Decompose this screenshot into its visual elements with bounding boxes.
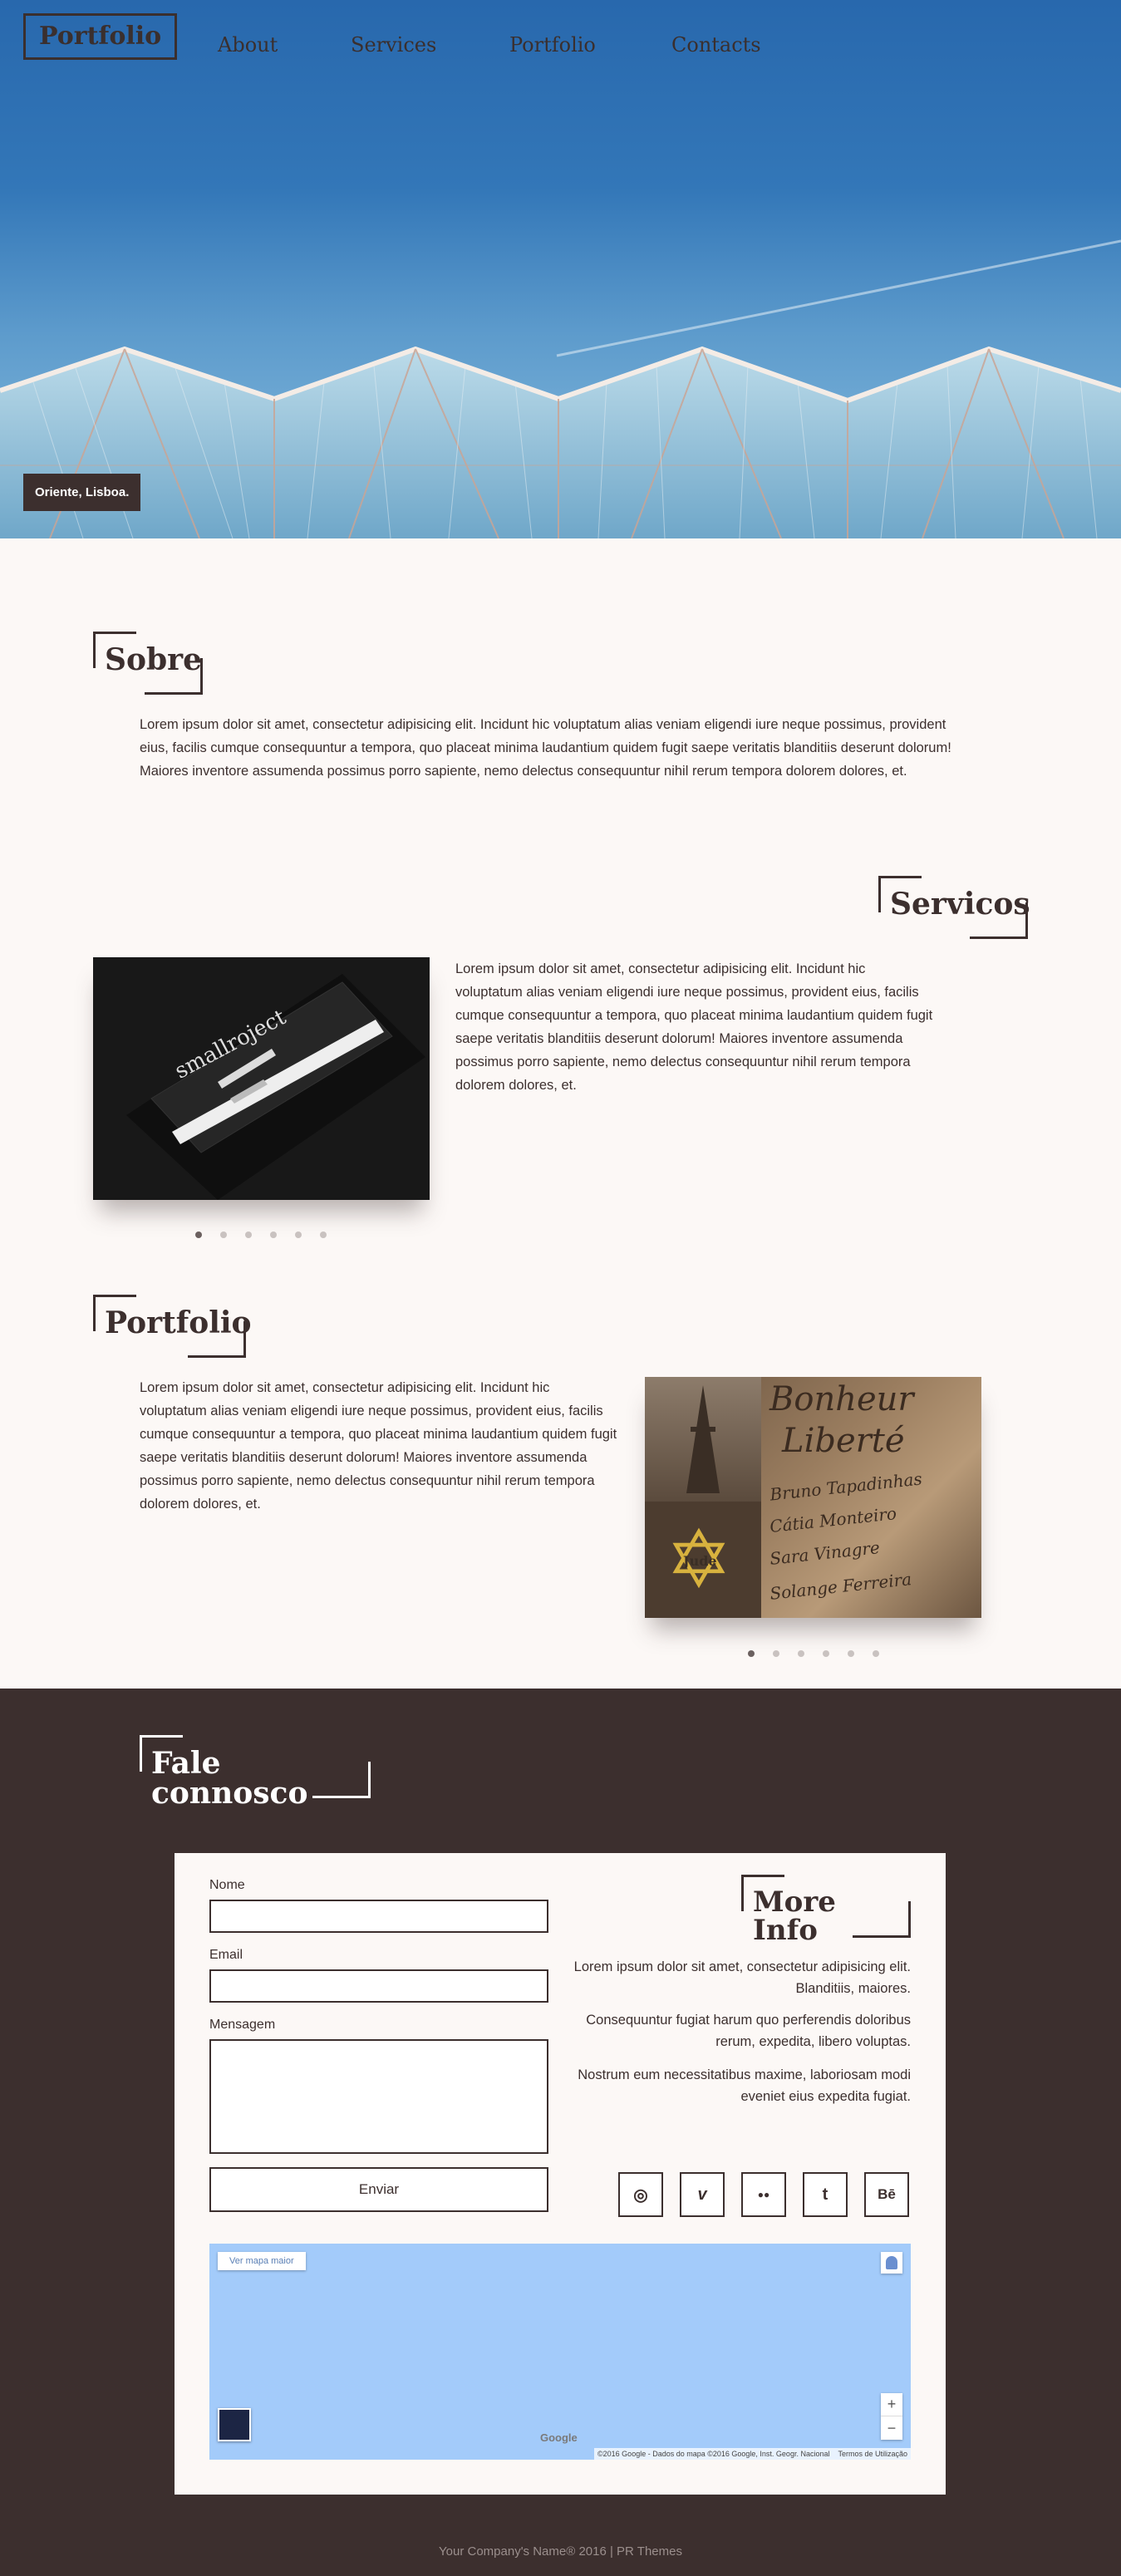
carousel-dot[interactable]: [195, 1231, 202, 1238]
email-label: Email: [209, 1948, 243, 1962]
nav-link-about[interactable]: About: [218, 33, 278, 57]
carousel-dot[interactable]: [295, 1231, 302, 1238]
email-field[interactable]: [209, 1969, 548, 2003]
satellite-toggle-icon[interactable]: [218, 2408, 251, 2441]
section-heading-servicos: Servicos: [878, 876, 1030, 939]
footer-text: Your Company's Name® 2016 | PR Themes: [439, 2544, 682, 2559]
carousel-dot[interactable]: [748, 1650, 755, 1657]
contact-card: Nome Email Mensagem Enviar More Info Lor…: [175, 1853, 946, 2495]
section-heading-portfolio: Portfolio: [93, 1295, 252, 1358]
carousel-dot[interactable]: [873, 1650, 879, 1657]
portfolio-text: Lorem ipsum dolor sit amet, consectetur …: [140, 1380, 617, 1512]
services-slide-image[interactable]: smallroject: [93, 957, 430, 1200]
name-field[interactable]: [209, 1900, 548, 1933]
portfolio-title: Portfolio: [105, 1305, 252, 1340]
name-label: Nome: [209, 1878, 245, 1892]
contact-section: Fale connosco Nome Email Mensagem Enviar…: [0, 1689, 1121, 2576]
zoom-out-button[interactable]: −: [881, 2416, 902, 2440]
google-logo: Google: [540, 2431, 578, 2444]
portfolio-carousel-dots[interactable]: [748, 1650, 879, 1657]
info-paragraph-2: Consequuntur fugiat harum quo perferendi…: [586, 2013, 911, 2049]
section-heading-more-info: More Info: [741, 1875, 911, 1944]
hero-caption: Oriente, Lisboa.: [23, 474, 141, 511]
message-field[interactable]: [209, 2039, 548, 2154]
carousel-dot[interactable]: [270, 1231, 277, 1238]
portfolio-slide-image[interactable]: ✡ Jude Bonheur Liberté Bruno Tapadinhas …: [645, 1377, 981, 1618]
slide-line-1: Bonheur: [769, 1380, 914, 1418]
slide-line-3: Bruno Tapadinhas: [769, 1468, 923, 1505]
tumblr-icon[interactable]: t: [803, 2172, 848, 2217]
vimeo-icon[interactable]: v: [680, 2172, 725, 2217]
servicos-title: Servicos: [890, 887, 1030, 922]
section-heading-contact: Fale connosco: [140, 1735, 371, 1808]
slide-line-4: Cátia Monteiro: [769, 1503, 898, 1536]
hero-banner: Portfolio About Services Portfolio Conta…: [0, 0, 1121, 538]
zoom-in-button[interactable]: +: [881, 2393, 902, 2416]
street-view-icon[interactable]: [881, 2252, 902, 2274]
nav-link-services[interactable]: Services: [351, 33, 436, 57]
map-attribution: ©2016 Google - Dados do mapa ©2016 Googl…: [597, 2450, 830, 2458]
more-info-title: More Info: [753, 1885, 836, 1947]
nav-link-contacts[interactable]: Contacts: [671, 33, 761, 57]
sobre-text: Lorem ipsum dolor sit amet, consectetur …: [140, 717, 951, 779]
carousel-dot[interactable]: [245, 1231, 252, 1238]
message-label: Mensagem: [209, 2018, 276, 2032]
hero-roof-illustration: [0, 239, 1121, 538]
flickr-icon[interactable]: ●●: [741, 2172, 786, 2217]
dribbble-icon[interactable]: ◎: [618, 2172, 663, 2217]
slide-line-5: Sara Vinagre: [769, 1537, 881, 1569]
carousel-dot[interactable]: [823, 1650, 829, 1657]
services-carousel-dots[interactable]: [195, 1231, 327, 1238]
map-terms-link[interactable]: Termos de Utilização: [838, 2450, 907, 2458]
carousel-dot[interactable]: [848, 1650, 854, 1657]
carousel-dot[interactable]: [320, 1231, 327, 1238]
map-embed[interactable]: Ver mapa maior + − Google ©2016 Google -…: [209, 2244, 911, 2460]
section-heading-sobre: Sobre: [93, 632, 203, 695]
brand-logo[interactable]: Portfolio: [23, 13, 178, 60]
info-paragraph-3: Nostrum eum necessitatibus maxime, labor…: [578, 2067, 911, 2104]
servicos-text: Lorem ipsum dolor sit amet, consectetur …: [455, 961, 933, 1093]
slide-badge-text: Jude: [683, 1553, 717, 1569]
carousel-dot[interactable]: [220, 1231, 227, 1238]
info-paragraph-1: Lorem ipsum dolor sit amet, consectetur …: [573, 1959, 911, 1996]
carousel-dot[interactable]: [773, 1650, 779, 1657]
larger-map-link[interactable]: Ver mapa maior: [218, 2252, 306, 2270]
submit-button[interactable]: Enviar: [209, 2167, 548, 2212]
behance-icon[interactable]: Bē: [864, 2172, 909, 2217]
map-attribution-bar: ©2016 Google - Dados do mapa ©2016 Googl…: [594, 2448, 911, 2460]
sobre-title: Sobre: [105, 642, 203, 677]
zoom-control: + −: [881, 2393, 902, 2440]
nav-link-portfolio[interactable]: Portfolio: [509, 33, 596, 57]
contact-title: Fale connosco: [151, 1746, 308, 1811]
slide-line-6: Solange Ferreira: [769, 1569, 913, 1604]
carousel-dot[interactable]: [798, 1650, 804, 1657]
slide-line-2: Liberté: [782, 1422, 905, 1460]
